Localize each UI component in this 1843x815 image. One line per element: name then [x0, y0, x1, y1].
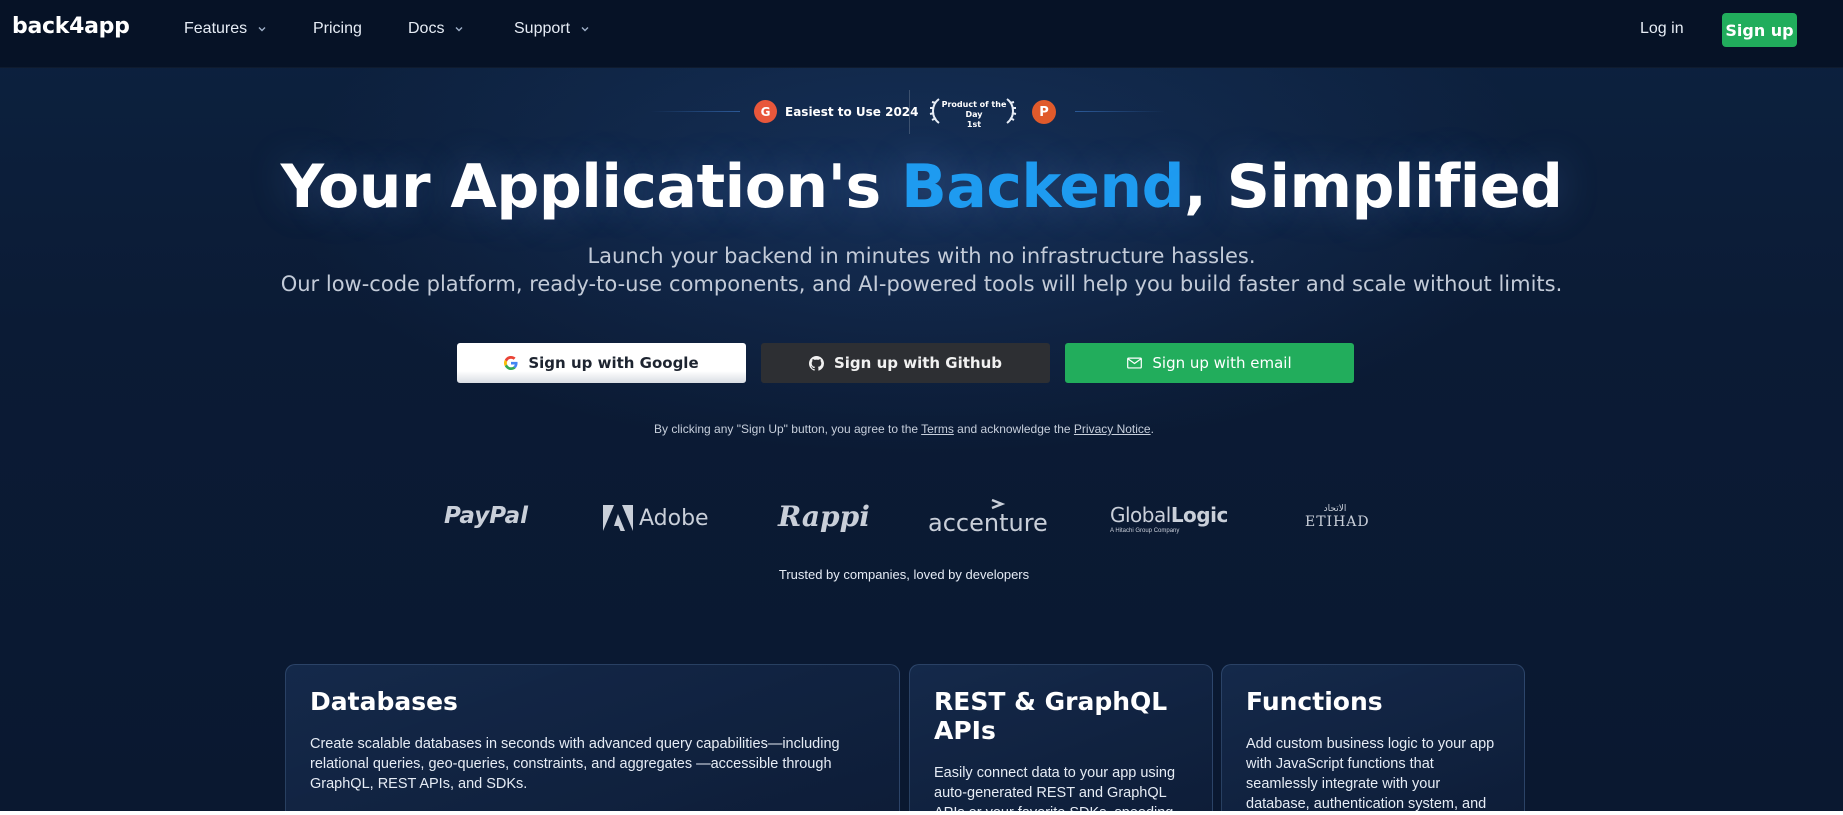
globallogic-subtitle: A Hitachi Group Company [1110, 528, 1180, 534]
etihad-logo: الاتحاد ETIHAD [1305, 504, 1370, 530]
trusted-by-text: Trusted by companies, loved by developer… [778, 567, 1030, 582]
signup-github-button[interactable]: Sign up with Github [761, 343, 1050, 383]
card-rest-graphql-desc: Easily connect data to your app using au… [934, 765, 1176, 815]
award-g2-text: Easiest to Use 2024 [785, 104, 919, 119]
accenture-logo: accenture [928, 499, 1048, 537]
globallogic-logo: GlobalLogic A Hitachi Group Company [1110, 503, 1228, 534]
signup-google-label: Sign up with Google [528, 354, 699, 372]
hero-subtitle-line1: Launch your backend in minutes with no i… [587, 244, 1256, 268]
chevron-down-icon [455, 27, 463, 32]
terms-suffix: . [1150, 422, 1154, 436]
award-g2: G Easiest to Use 2024 [754, 100, 919, 123]
terms-link[interactable]: Terms [921, 422, 954, 436]
adobe-wordmark: Adobe [639, 505, 709, 531]
back4app-logo[interactable]: back4app [12, 14, 130, 39]
nav-features-label: Features [184, 20, 248, 37]
adobe-logo: Adobe [603, 505, 709, 531]
signup-email-button[interactable]: Sign up with email [1065, 343, 1354, 383]
card-functions[interactable]: Functions Add custom business logic to y… [1221, 664, 1525, 815]
mail-icon [1127, 357, 1143, 369]
nav-pricing[interactable]: Pricing [313, 20, 362, 38]
nav-docs[interactable]: Docs [408, 20, 466, 38]
hero-title: Your Application's Backend, Simplified [0, 152, 1843, 222]
award-product-line1: Product of the Day [941, 100, 1007, 119]
nav-features[interactable]: Features [184, 20, 269, 38]
card-rest-graphql[interactable]: REST & GraphQL APIs Easily connect data … [909, 664, 1213, 815]
hero-title-prefix: Your Application's [280, 152, 902, 222]
signup-google-button[interactable]: Sign up with Google [457, 343, 746, 383]
card-databases-desc: Create scalable databases in seconds wit… [310, 736, 840, 792]
g2-badge-icon: G [754, 100, 777, 123]
globallogic-wordmark-b: Logic [1170, 503, 1229, 527]
hero-title-suffix: , Simplified [1184, 152, 1563, 222]
hero-subtitle-line2: Our low-code platform, ready-to-use comp… [280, 272, 1563, 296]
terms-prefix: By clicking any "Sign Up" button, you ag… [654, 422, 922, 436]
accenture-wordmark: accenture [928, 509, 1048, 537]
adobe-icon [603, 505, 633, 531]
signup-email-label: Sign up with email [1152, 354, 1292, 372]
hero-title-accent: Backend [901, 152, 1185, 222]
paypal-logo: PayPal [444, 503, 528, 529]
globallogic-wordmark-a: Global [1110, 503, 1171, 527]
card-functions-title: Functions [1246, 687, 1383, 716]
card-functions-desc: Add custom business logic to your app wi… [1246, 736, 1495, 812]
login-link[interactable]: Log in [1640, 20, 1684, 38]
nav-support[interactable]: Support [514, 20, 592, 38]
privacy-notice-link[interactable]: Privacy Notice [1074, 422, 1151, 436]
signup-button[interactable]: Sign up [1722, 13, 1797, 47]
nav-pricing-label: Pricing [313, 20, 362, 37]
award-product-hunt: Product of the Day 1st [925, 95, 1021, 130]
rappi-logo: Rappi [778, 500, 870, 533]
awards-divider-right [1075, 111, 1165, 112]
github-icon [808, 355, 824, 371]
google-icon [504, 356, 518, 370]
globallogic-wordmark: GlobalLogic [1110, 503, 1228, 527]
terms-middle: and acknowledge the [953, 422, 1074, 436]
nav-support-label: Support [514, 20, 571, 37]
card-rest-graphql-title: REST & GraphQL APIs [934, 687, 1168, 745]
nav-docs-label: Docs [408, 20, 445, 37]
chevron-down-icon [258, 27, 266, 32]
product-hunt-icon: P [1032, 100, 1056, 124]
card-databases-title: Databases [310, 687, 458, 716]
awards-separator [909, 90, 910, 134]
awards-divider-left [650, 111, 740, 112]
etihad-wordmark: ETIHAD [1305, 514, 1370, 530]
award-product-line2: 1st [966, 120, 982, 129]
top-navbar: back4app Features Pricing Docs Support L… [0, 0, 1843, 68]
card-databases[interactable]: Databases Create scalable databases in s… [285, 664, 900, 815]
etihad-arabic: الاتحاد [1323, 504, 1347, 514]
horizontal-scrollbar[interactable] [0, 811, 1843, 815]
chevron-down-icon [581, 27, 589, 32]
terms-notice: By clicking any "Sign Up" button, you ag… [0, 422, 1808, 436]
signup-github-label: Sign up with Github [833, 354, 1002, 372]
award-product-hunt-text: Product of the Day 1st [939, 100, 1009, 130]
